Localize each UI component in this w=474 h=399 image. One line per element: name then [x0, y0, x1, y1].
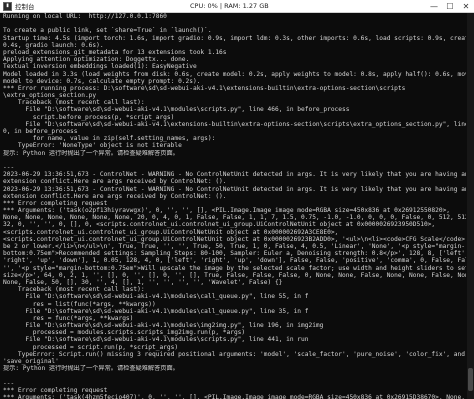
console-line: 提示: Python 运行时抛出了一个异常。请检查疑难解答页面。	[3, 365, 179, 373]
console-line: *** Error completing request	[3, 199, 108, 207]
console-line: 'save_original'	[3, 358, 59, 365]
console-line: *** Error completing request	[3, 386, 108, 394]
console-line: To create a public link, set `share=True…	[3, 27, 212, 35]
console-line: 提示: Python 运行时抛出了一个异常。请检查疑难解答页面。	[3, 149, 179, 157]
console-line: <scripts.controlnet_ui.controlnet_ui_gro…	[3, 228, 339, 236]
console-line: File "D:\software\sd\sd-webui-aki-v4.1\m…	[3, 336, 309, 344]
window-title: 控制台	[15, 3, 35, 11]
console-line: Model loaded in 3.3s (load weights from …	[3, 70, 466, 78]
console-line: TypeError: Script.run() missing 3 requir…	[3, 350, 465, 358]
console-line: res = func(*args, **kwargs)	[3, 314, 134, 322]
console-line: File "D:\software\sd\sd-webui-aki-v4.1\m…	[3, 293, 309, 301]
console-line: 'right', 'up', 'down'], 1, 0.05, 128, 4,…	[3, 257, 466, 265]
console-line: File "D:\software\sd\sd-webui-aki-v4.1\m…	[3, 322, 324, 330]
minimize-button[interactable]: —	[426, 0, 442, 12]
console-line: *** Arguments: ('task(o2pf13hiyravwgx)',…	[3, 207, 451, 215]
console-line: 2023-06-29 13:36:51,673 - ControlNet - W…	[3, 171, 466, 179]
console-line: Traceback (most recent call last):	[3, 99, 145, 107]
console-line: 32, 0, '', '', 0, [], 0, <scripts.contro…	[3, 221, 436, 229]
console-line: \extra_options_section.py	[3, 92, 97, 100]
console-line: None, False, 50, [], 30, '', 4, [], 1, '…	[3, 278, 283, 286]
console-line: extension conflict.Here are args receive…	[3, 178, 227, 186]
window-controls: — ☐ ✕	[426, 0, 474, 12]
console-line: Startup time: 4.5s (import torch: 1.6s, …	[3, 34, 466, 42]
console-line: script.before_process(p, *script_args)	[3, 113, 175, 121]
console-line: *** Error running process: D:\software\s…	[3, 84, 406, 92]
console-line: <scripts.controlnet_ui.controlnet_ui_gro…	[3, 235, 466, 243]
console-line: Textual inversion embeddings loaded(1): …	[3, 63, 197, 71]
maximize-button[interactable]: ☐	[442, 0, 458, 12]
console-line: Applying attention optimization: Doggett…	[3, 56, 190, 64]
console-line: for name, value in zip(self.setting_name…	[3, 135, 216, 143]
console-line: preload_extensions_git_metadata for 13 e…	[3, 48, 227, 56]
console-line: res = list(func(*args, **kwargs))	[3, 300, 156, 308]
vertical-scrollbar[interactable]	[467, 13, 474, 399]
close-button[interactable]: ✕	[458, 0, 474, 12]
cpu-ram-status: CPU: 0% | RAM: 1.27 GB	[190, 2, 269, 10]
console-line: processed = modules.scripts.scripts_img2…	[3, 329, 246, 337]
console-line: 0.4s, gradio launch: 0.6s).	[3, 41, 104, 49]
console-line: 2023-06-29 13:36:51,673 - ControlNet - W…	[3, 185, 466, 193]
console-line: 0, in before_process	[3, 128, 78, 135]
console-line: processed = script.run(p, *script_args)	[3, 343, 179, 351]
console-app-icon: ▮	[3, 1, 12, 11]
console-line: File "D:\software\sd\sd-webui-aki-v4.1\m…	[3, 106, 350, 114]
console-line: extension conflict.Here are args receive…	[3, 192, 227, 200]
console-line: TypeError: 'NoneType' object is not iter…	[3, 142, 182, 150]
console-line: ---	[3, 379, 15, 387]
scrollbar-thumb[interactable]	[468, 368, 473, 392]
console-line: None, None, None, None, None, None, 20, …	[3, 214, 466, 222]
console-line: model to device: 0.7s, calculate empty p…	[3, 77, 201, 85]
console-output[interactable]: Running on local URL: http://127.0.0.1:7…	[0, 13, 466, 399]
console-line: '', '<p style="margin-bottom:0.75em">Wil…	[3, 264, 466, 272]
console-line: *** Arguments: ('task(4hzm5fecio407)', 0…	[3, 393, 465, 399]
console-line: Running on local URL: http://127.0.0.1:7…	[3, 13, 167, 20]
console-line: bottom:0.75em">Recommended settings: Sam…	[3, 250, 466, 258]
console-line: size</p>', 64, 0, 2, 1, '', [], 0, '', […	[3, 271, 466, 279]
title-bar: ▮ 控制台 CPU: 0% | RAM: 1.27 GB — ☐ ✕	[0, 0, 474, 13]
console-line: File "D:\software\sd\sd-webui-aki-v4.1\m…	[3, 307, 309, 315]
console-line: Traceback (most recent call last):	[3, 286, 145, 294]
console-line: be 2 or lower.</li>\n</ul>\n', True, Tru…	[3, 243, 465, 250]
console-line: ---	[3, 163, 15, 171]
console-line: File "D:\software\sd\sd-webui-aki-v4.1\e…	[3, 120, 466, 128]
